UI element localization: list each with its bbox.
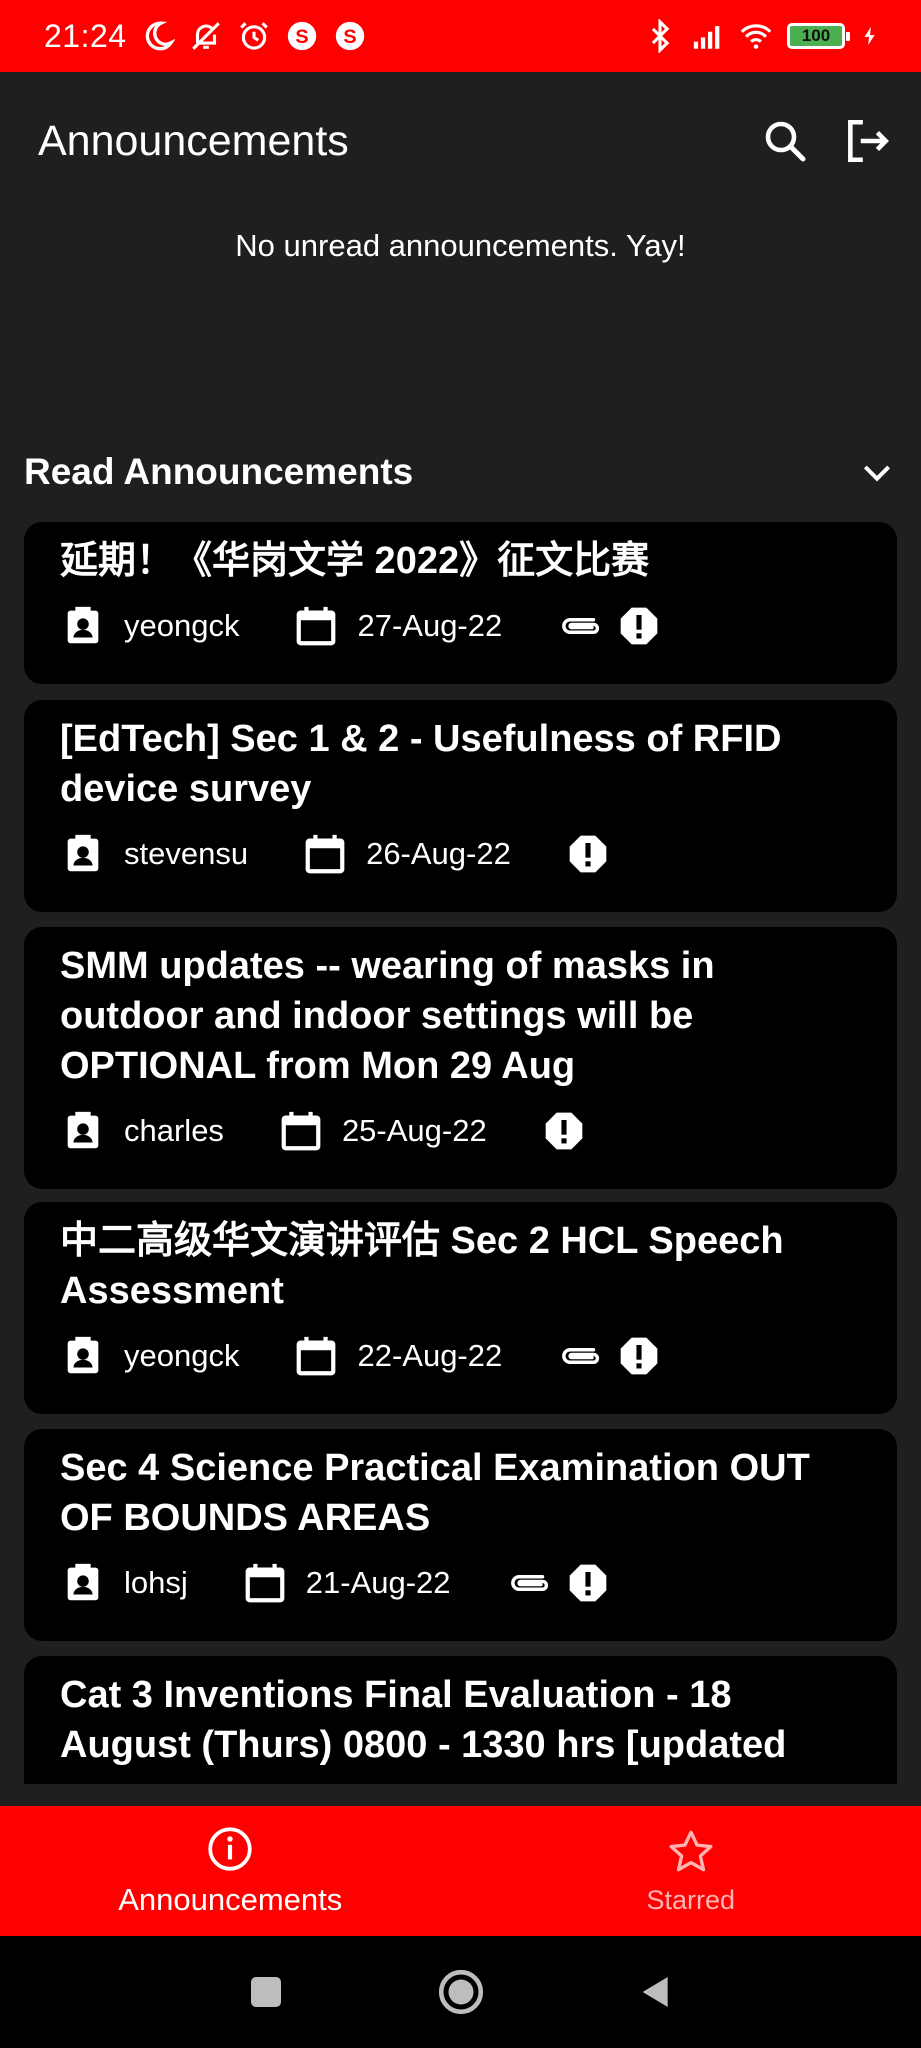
- person-badge-icon: [60, 1108, 106, 1154]
- search-button[interactable]: [757, 113, 813, 169]
- nav-label: Starred: [646, 1884, 736, 1915]
- date: 27-Aug-22: [293, 603, 502, 649]
- calendar-icon: [293, 603, 339, 649]
- date-text: 22-Aug-22: [357, 1338, 503, 1373]
- person-badge-icon: [60, 1560, 106, 1606]
- announcement-meta: lohsj 21-Aug-22: [60, 1555, 861, 1611]
- empty-unread-message: No unread announcements. Yay!: [235, 228, 686, 263]
- star-icon: [669, 1830, 713, 1871]
- date: 26-Aug-22: [302, 831, 511, 877]
- calendar-icon: [302, 831, 348, 877]
- moon-icon: [145, 21, 175, 51]
- status-time: 21:24: [44, 17, 127, 54]
- author: stevensu: [60, 831, 248, 877]
- date-text: 21-Aug-22: [305, 1565, 451, 1600]
- author: yeongck: [60, 1333, 239, 1379]
- important-icon: [541, 1108, 587, 1154]
- logout-button[interactable]: [839, 113, 895, 169]
- alarm-icon: [239, 22, 268, 50]
- important-icon: [616, 603, 662, 649]
- calendar-icon: [278, 1108, 324, 1154]
- announcement-meta: stevensu 26-Aug-22: [60, 826, 861, 882]
- info-icon: [208, 1827, 252, 1871]
- status-bar: 21:24 S S 100: [0, 0, 921, 72]
- announcement-card[interactable]: SMM updates -- wearing of masks in outdo…: [24, 927, 897, 1189]
- person-badge-icon: [60, 831, 106, 877]
- person-badge-icon: [60, 1333, 106, 1379]
- announcement-title: 延期！《华岗文学 2022》征文比赛: [60, 540, 650, 582]
- nav-label: Announcements: [118, 1882, 343, 1917]
- notifications-off-icon: [191, 22, 220, 50]
- calendar-icon: [242, 1560, 288, 1606]
- bottom-navigation: Announcements Starred: [0, 1806, 921, 1936]
- announcement-title: Sec 4 Science Practical Examination OUT …: [60, 1447, 810, 1539]
- author-name: stevensu: [124, 836, 249, 871]
- author: yeongck: [60, 603, 239, 649]
- back-icon[interactable]: [636, 1972, 676, 2012]
- author-name: lohsj: [124, 1565, 188, 1600]
- attachment-icon: [556, 603, 606, 649]
- status-right: 100: [643, 19, 881, 53]
- announcement-card[interactable]: [EdTech] Sec 1 & 2 - Usefulness of RFID …: [24, 700, 897, 912]
- app-notification-icon: S: [287, 21, 316, 51]
- read-announcements-header[interactable]: Read Announcements: [24, 440, 897, 504]
- attachment-icon: [556, 1333, 606, 1379]
- date-text: 26-Aug-22: [366, 836, 511, 871]
- charging-icon: [864, 26, 875, 46]
- author-name: yeongck: [124, 608, 240, 643]
- calendar-icon: [293, 1333, 339, 1379]
- announcement-meta: yeongck 22-Aug-22: [60, 1328, 861, 1384]
- status-left: 21:24 S S: [44, 18, 367, 55]
- announcement-card[interactable]: 延期！《华岗文学 2022》征文比赛 yeongck 27-Aug-22: [24, 522, 897, 684]
- announcement-title: SMM updates -- wearing of masks in outdo…: [60, 945, 715, 1087]
- attachment-icon: [505, 1560, 555, 1606]
- nav-item-announcements[interactable]: Announcements: [0, 1806, 461, 1936]
- person-badge-icon: [60, 603, 106, 649]
- important-icon: [616, 1333, 662, 1379]
- date: 25-Aug-22: [278, 1108, 487, 1154]
- announcement-title: Cat 3 Inventions Final Evaluation - 18 A…: [60, 1674, 787, 1766]
- app-bar: Announcements: [0, 72, 921, 210]
- announcement-list[interactable]: 延期！《华岗文学 2022》征文比赛 yeongck 27-Aug-22 [Ed…: [0, 520, 921, 1784]
- nav-item-starred[interactable]: Starred: [461, 1806, 921, 1936]
- important-icon: [565, 831, 611, 877]
- author-name: yeongck: [124, 1338, 240, 1373]
- announcement-title: 中二高级华文演讲评估 Sec 2 HCL Speech Assessment: [60, 1220, 784, 1312]
- author-name: charles: [124, 1113, 224, 1148]
- app-notification-icon: S: [335, 21, 364, 51]
- author: lohsj: [60, 1560, 188, 1606]
- announcement-meta: charles 25-Aug-22: [60, 1103, 861, 1159]
- bluetooth-icon: [651, 19, 670, 53]
- date-text: 25-Aug-22: [341, 1113, 487, 1148]
- battery-indicator: 100: [787, 23, 850, 49]
- page-title: Announcements: [38, 116, 349, 165]
- announcement-card[interactable]: Cat 3 Inventions Final Evaluation - 18 A…: [24, 1656, 897, 1784]
- announcement-card[interactable]: Sec 4 Science Practical Examination OUT …: [24, 1429, 897, 1641]
- search-icon: [765, 121, 806, 162]
- home-icon[interactable]: [436, 1967, 486, 2017]
- logout-icon: [848, 119, 889, 163]
- system-navigation-bar: [0, 1936, 921, 2048]
- signal-icon: [693, 26, 720, 49]
- author: charles: [60, 1108, 224, 1154]
- date: 22-Aug-22: [293, 1333, 502, 1379]
- wifi-icon: [740, 24, 772, 49]
- announcement-title: [EdTech] Sec 1 & 2 - Usefulness of RFID …: [60, 718, 782, 810]
- recent-apps-icon[interactable]: [246, 1972, 286, 2012]
- important-icon: [565, 1560, 611, 1606]
- section-title: Read Announcements: [24, 451, 414, 492]
- date-text: 27-Aug-22: [357, 608, 503, 643]
- announcement-card[interactable]: 中二高级华文演讲评估 Sec 2 HCL Speech Assessment y…: [24, 1202, 897, 1414]
- announcement-meta: yeongck 27-Aug-22: [60, 598, 861, 654]
- date: 21-Aug-22: [242, 1560, 451, 1606]
- chevron-down-icon[interactable]: [857, 452, 897, 492]
- svg-text:S: S: [343, 26, 356, 48]
- svg-text:S: S: [295, 26, 308, 48]
